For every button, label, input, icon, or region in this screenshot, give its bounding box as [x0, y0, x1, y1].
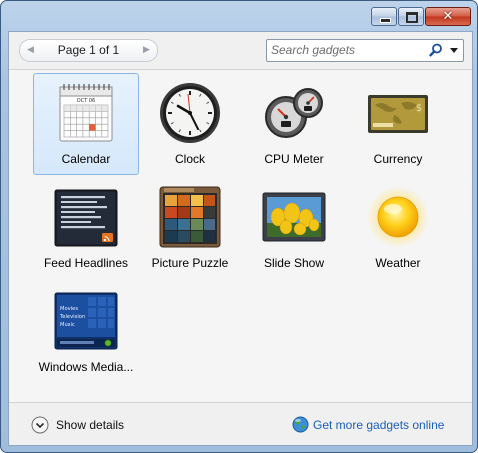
- windows-media-center-icon: Movies Television Music: [54, 292, 118, 350]
- search-input[interactable]: [271, 42, 421, 58]
- gadget-tile-clock[interactable]: Clock: [137, 73, 243, 175]
- chevron-down-icon[interactable]: [31, 416, 49, 434]
- gadget-tile-cpu-meter[interactable]: CPU Meter: [241, 73, 347, 175]
- gadget-label: Weather: [375, 256, 421, 270]
- close-icon: ✕: [442, 9, 454, 24]
- page-navigator: ◀ Page 1 of 1 ▶: [19, 39, 158, 62]
- gadget-tile-windows-media-center[interactable]: Movies Television Music Windows Media...: [33, 281, 139, 383]
- maximize-icon: [406, 12, 418, 23]
- calendar-icon: OCT 06: [59, 84, 113, 142]
- minimize-button[interactable]: [371, 7, 397, 26]
- calendar-month-label: OCT 06: [77, 98, 95, 104]
- close-button[interactable]: ✕: [425, 7, 471, 26]
- client-area: ◀ Page 1 of 1 ▶ Search gadgets OCT 06 Ca…: [8, 31, 473, 446]
- footer: Show details Get more gadgets online: [9, 403, 472, 445]
- gadget-tile-weather[interactable]: Weather: [345, 177, 451, 279]
- gadget-gallery-window: ✕ ◀ Page 1 of 1 ▶ Search gadgets OCT 06 …: [0, 0, 478, 453]
- media-menu-item: Television: [59, 314, 85, 320]
- get-more-gadgets-link[interactable]: Get more gadgets online: [292, 416, 452, 436]
- caption-buttons: ✕: [370, 7, 471, 26]
- title-bar[interactable]: ✕: [1, 1, 477, 31]
- show-details-label[interactable]: Show details: [56, 418, 124, 432]
- clock-icon: [160, 83, 220, 143]
- picture-puzzle-icon: [159, 186, 221, 248]
- media-menu-item: Music: [60, 322, 75, 328]
- page-indicator: Page 1 of 1: [57, 43, 120, 57]
- slide-show-icon: [262, 192, 326, 242]
- search-box[interactable]: [266, 39, 464, 62]
- gadget-tile-picture-puzzle[interactable]: Picture Puzzle: [137, 177, 243, 279]
- toolbar: ◀ Page 1 of 1 ▶: [9, 32, 472, 69]
- search-icon[interactable]: [429, 43, 443, 57]
- minimize-icon: [380, 18, 391, 23]
- gadget-label: Currency: [373, 152, 423, 166]
- cpu-meter-icon: [265, 88, 323, 138]
- gadget-tile-slide-show[interactable]: Slide Show: [241, 177, 347, 279]
- get-more-gadgets-label[interactable]: Get more gadgets online: [313, 418, 444, 432]
- next-page-button[interactable]: ▶: [137, 41, 156, 60]
- media-menu-item: Movies: [60, 306, 78, 312]
- globe-icon[interactable]: [292, 416, 309, 433]
- gadget-label: Windows Media...: [38, 360, 134, 374]
- gadget-tile-currency[interactable]: $ Currency: [345, 73, 451, 175]
- currency-icon: $: [368, 95, 428, 133]
- svg-text:$: $: [416, 103, 422, 114]
- weather-icon: [367, 186, 429, 248]
- feed-headlines-icon: [54, 189, 118, 247]
- gadget-tile-feed-headlines[interactable]: Feed Headlines: [33, 177, 139, 279]
- gadget-grid: OCT 06 Calendar Clock CPU Meter $ Curren…: [9, 70, 472, 402]
- maximize-button[interactable]: [398, 7, 424, 26]
- gadget-tile-calendar[interactable]: OCT 06 Calendar: [33, 73, 139, 175]
- previous-page-button[interactable]: ◀: [21, 41, 40, 60]
- search-options-dropdown-icon[interactable]: [449, 43, 459, 57]
